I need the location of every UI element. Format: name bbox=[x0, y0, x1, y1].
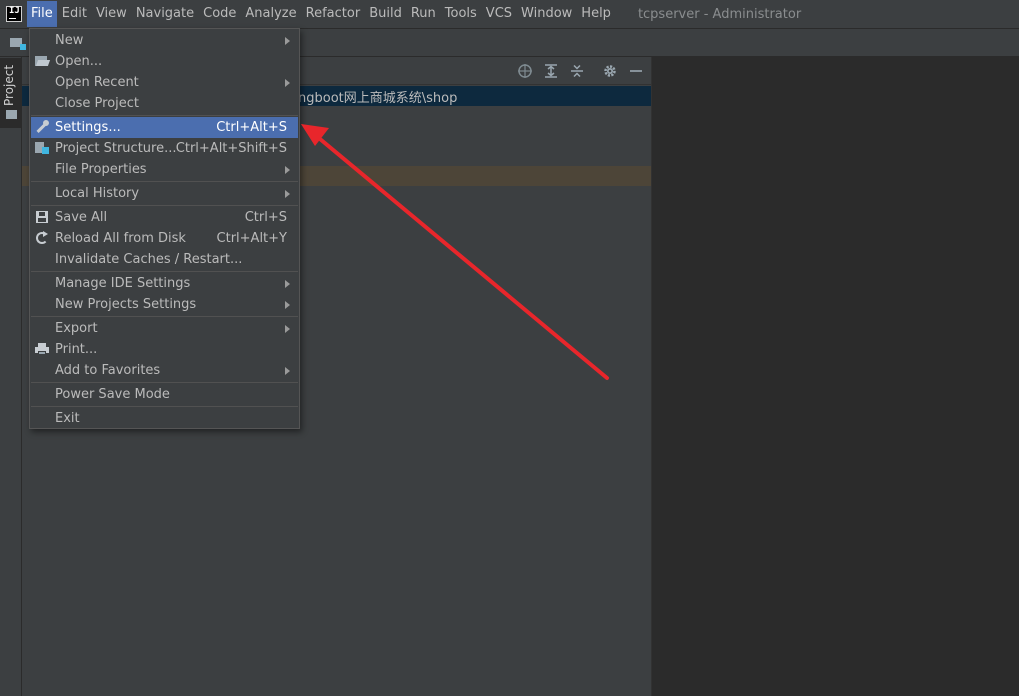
folder-open-icon bbox=[35, 54, 51, 68]
menu-item-label: Settings... bbox=[55, 120, 121, 135]
menu-separator bbox=[31, 115, 298, 116]
menu-item-local-history[interactable]: Local History bbox=[31, 183, 298, 204]
menu-code[interactable]: Code bbox=[199, 1, 240, 27]
menu-file[interactable]: File bbox=[27, 1, 57, 27]
project-tool-tab[interactable]: Project bbox=[0, 58, 22, 128]
menu-item-label: Power Save Mode bbox=[55, 387, 170, 402]
print-icon bbox=[35, 342, 49, 356]
expand-all-icon[interactable] bbox=[543, 63, 559, 79]
menu-item-settings[interactable]: Settings... Ctrl+Alt+S bbox=[31, 117, 298, 138]
menu-view[interactable]: View bbox=[92, 1, 131, 27]
menu-item-new[interactable]: New bbox=[31, 30, 298, 51]
submenu-arrow-icon bbox=[285, 79, 290, 87]
menu-item-new-projects-settings[interactable]: New Projects Settings bbox=[31, 294, 298, 315]
reload-icon bbox=[35, 231, 49, 245]
menu-separator bbox=[31, 271, 298, 272]
menu-separator bbox=[31, 382, 298, 383]
wrench-icon bbox=[35, 120, 49, 134]
logo-text: IJ bbox=[9, 6, 20, 16]
folder-icon bbox=[6, 110, 17, 119]
menu-refactor[interactable]: Refactor bbox=[302, 1, 365, 27]
window-title: tcpserver - Administrator bbox=[637, 6, 802, 22]
menu-separator bbox=[31, 205, 298, 206]
menu-item-label: Open... bbox=[55, 54, 103, 69]
menu-item-open[interactable]: Open... bbox=[31, 51, 298, 72]
menu-item-label: Close Project bbox=[55, 96, 140, 111]
menu-item-project-structure[interactable]: Project Structure... Ctrl+Alt+Shift+S bbox=[31, 138, 298, 159]
menu-vcs[interactable]: VCS bbox=[482, 1, 516, 27]
project-root-path: ngboot网上商城系统\shop bbox=[298, 91, 458, 106]
submenu-arrow-icon bbox=[285, 166, 290, 174]
project-tab-label: Project bbox=[2, 64, 16, 106]
menu-item-shortcut: Ctrl+S bbox=[244, 210, 287, 225]
menu-item-label: Reload All from Disk bbox=[55, 231, 186, 246]
menu-item-label: Project Structure... bbox=[55, 141, 177, 156]
menu-separator bbox=[31, 316, 298, 317]
menu-navigate[interactable]: Navigate bbox=[132, 1, 198, 27]
left-tool-strip: Project bbox=[0, 57, 22, 696]
menu-item-open-recent[interactable]: Open Recent bbox=[31, 72, 298, 93]
menu-item-label: Exit bbox=[55, 411, 80, 426]
menu-item-print[interactable]: Print... bbox=[31, 339, 298, 360]
menu-item-shortcut: Ctrl+Alt+Y bbox=[216, 231, 287, 246]
menu-item-label: New Projects Settings bbox=[55, 297, 197, 312]
menu-item-label: Export bbox=[55, 321, 98, 336]
submenu-arrow-icon bbox=[285, 325, 290, 333]
submenu-arrow-icon bbox=[285, 280, 290, 288]
minimize-icon[interactable] bbox=[628, 63, 644, 79]
menu-bar: IJ File Edit View Navigate Code Analyze … bbox=[0, 0, 1019, 29]
menu-item-save-all[interactable]: Save All Ctrl+S bbox=[31, 207, 298, 228]
menu-item-file-properties[interactable]: File Properties bbox=[31, 159, 298, 180]
menu-item-close-project[interactable]: Close Project bbox=[31, 93, 298, 114]
collapse-all-icon[interactable] bbox=[569, 63, 585, 79]
project-folder-icon[interactable] bbox=[10, 36, 26, 50]
menu-item-label: Open Recent bbox=[55, 75, 139, 90]
menu-item-label: File Properties bbox=[55, 162, 147, 177]
menu-item-label: Manage IDE Settings bbox=[55, 276, 191, 291]
menu-separator bbox=[31, 406, 298, 407]
menu-edit[interactable]: Edit bbox=[58, 1, 91, 27]
menu-item-invalidate-caches[interactable]: Invalidate Caches / Restart... bbox=[31, 249, 298, 270]
menu-window[interactable]: Window bbox=[517, 1, 576, 27]
menu-item-reload-all[interactable]: Reload All from Disk Ctrl+Alt+Y bbox=[31, 228, 298, 249]
submenu-arrow-icon bbox=[285, 367, 290, 375]
menu-item-label: New bbox=[55, 33, 84, 48]
menu-item-export[interactable]: Export bbox=[31, 318, 298, 339]
menu-item-label: Add to Favorites bbox=[55, 363, 161, 378]
menu-item-label: Print... bbox=[55, 342, 98, 357]
menu-item-shortcut: Ctrl+Alt+Shift+S bbox=[175, 141, 287, 156]
menu-build[interactable]: Build bbox=[365, 1, 406, 27]
submenu-arrow-icon bbox=[285, 37, 290, 45]
menu-item-manage-ide-settings[interactable]: Manage IDE Settings bbox=[31, 273, 298, 294]
menu-help[interactable]: Help bbox=[577, 1, 615, 27]
menu-tools[interactable]: Tools bbox=[441, 1, 481, 27]
menu-item-power-save-mode[interactable]: Power Save Mode bbox=[31, 384, 298, 405]
intellij-logo-icon: IJ bbox=[6, 6, 22, 22]
menu-item-add-to-favorites[interactable]: Add to Favorites bbox=[31, 360, 298, 381]
menu-item-label: Invalidate Caches / Restart... bbox=[55, 252, 243, 267]
submenu-arrow-icon bbox=[285, 190, 290, 198]
menu-item-shortcut: Ctrl+Alt+S bbox=[216, 120, 287, 135]
locate-icon[interactable] bbox=[517, 63, 533, 79]
file-menu-dropdown: New Open... Open Recent Close Project Se… bbox=[29, 28, 300, 429]
menu-item-label: Save All bbox=[55, 210, 108, 225]
menu-run[interactable]: Run bbox=[407, 1, 440, 27]
menu-separator bbox=[31, 181, 298, 182]
submenu-arrow-icon bbox=[285, 301, 290, 309]
menu-analyze[interactable]: Analyze bbox=[241, 1, 300, 27]
project-structure-icon bbox=[35, 141, 49, 155]
menu-item-exit[interactable]: Exit bbox=[31, 408, 298, 429]
menu-item-label: Local History bbox=[55, 186, 140, 201]
save-icon bbox=[35, 210, 49, 224]
editor-area bbox=[651, 57, 1019, 696]
gear-icon[interactable] bbox=[602, 63, 618, 79]
